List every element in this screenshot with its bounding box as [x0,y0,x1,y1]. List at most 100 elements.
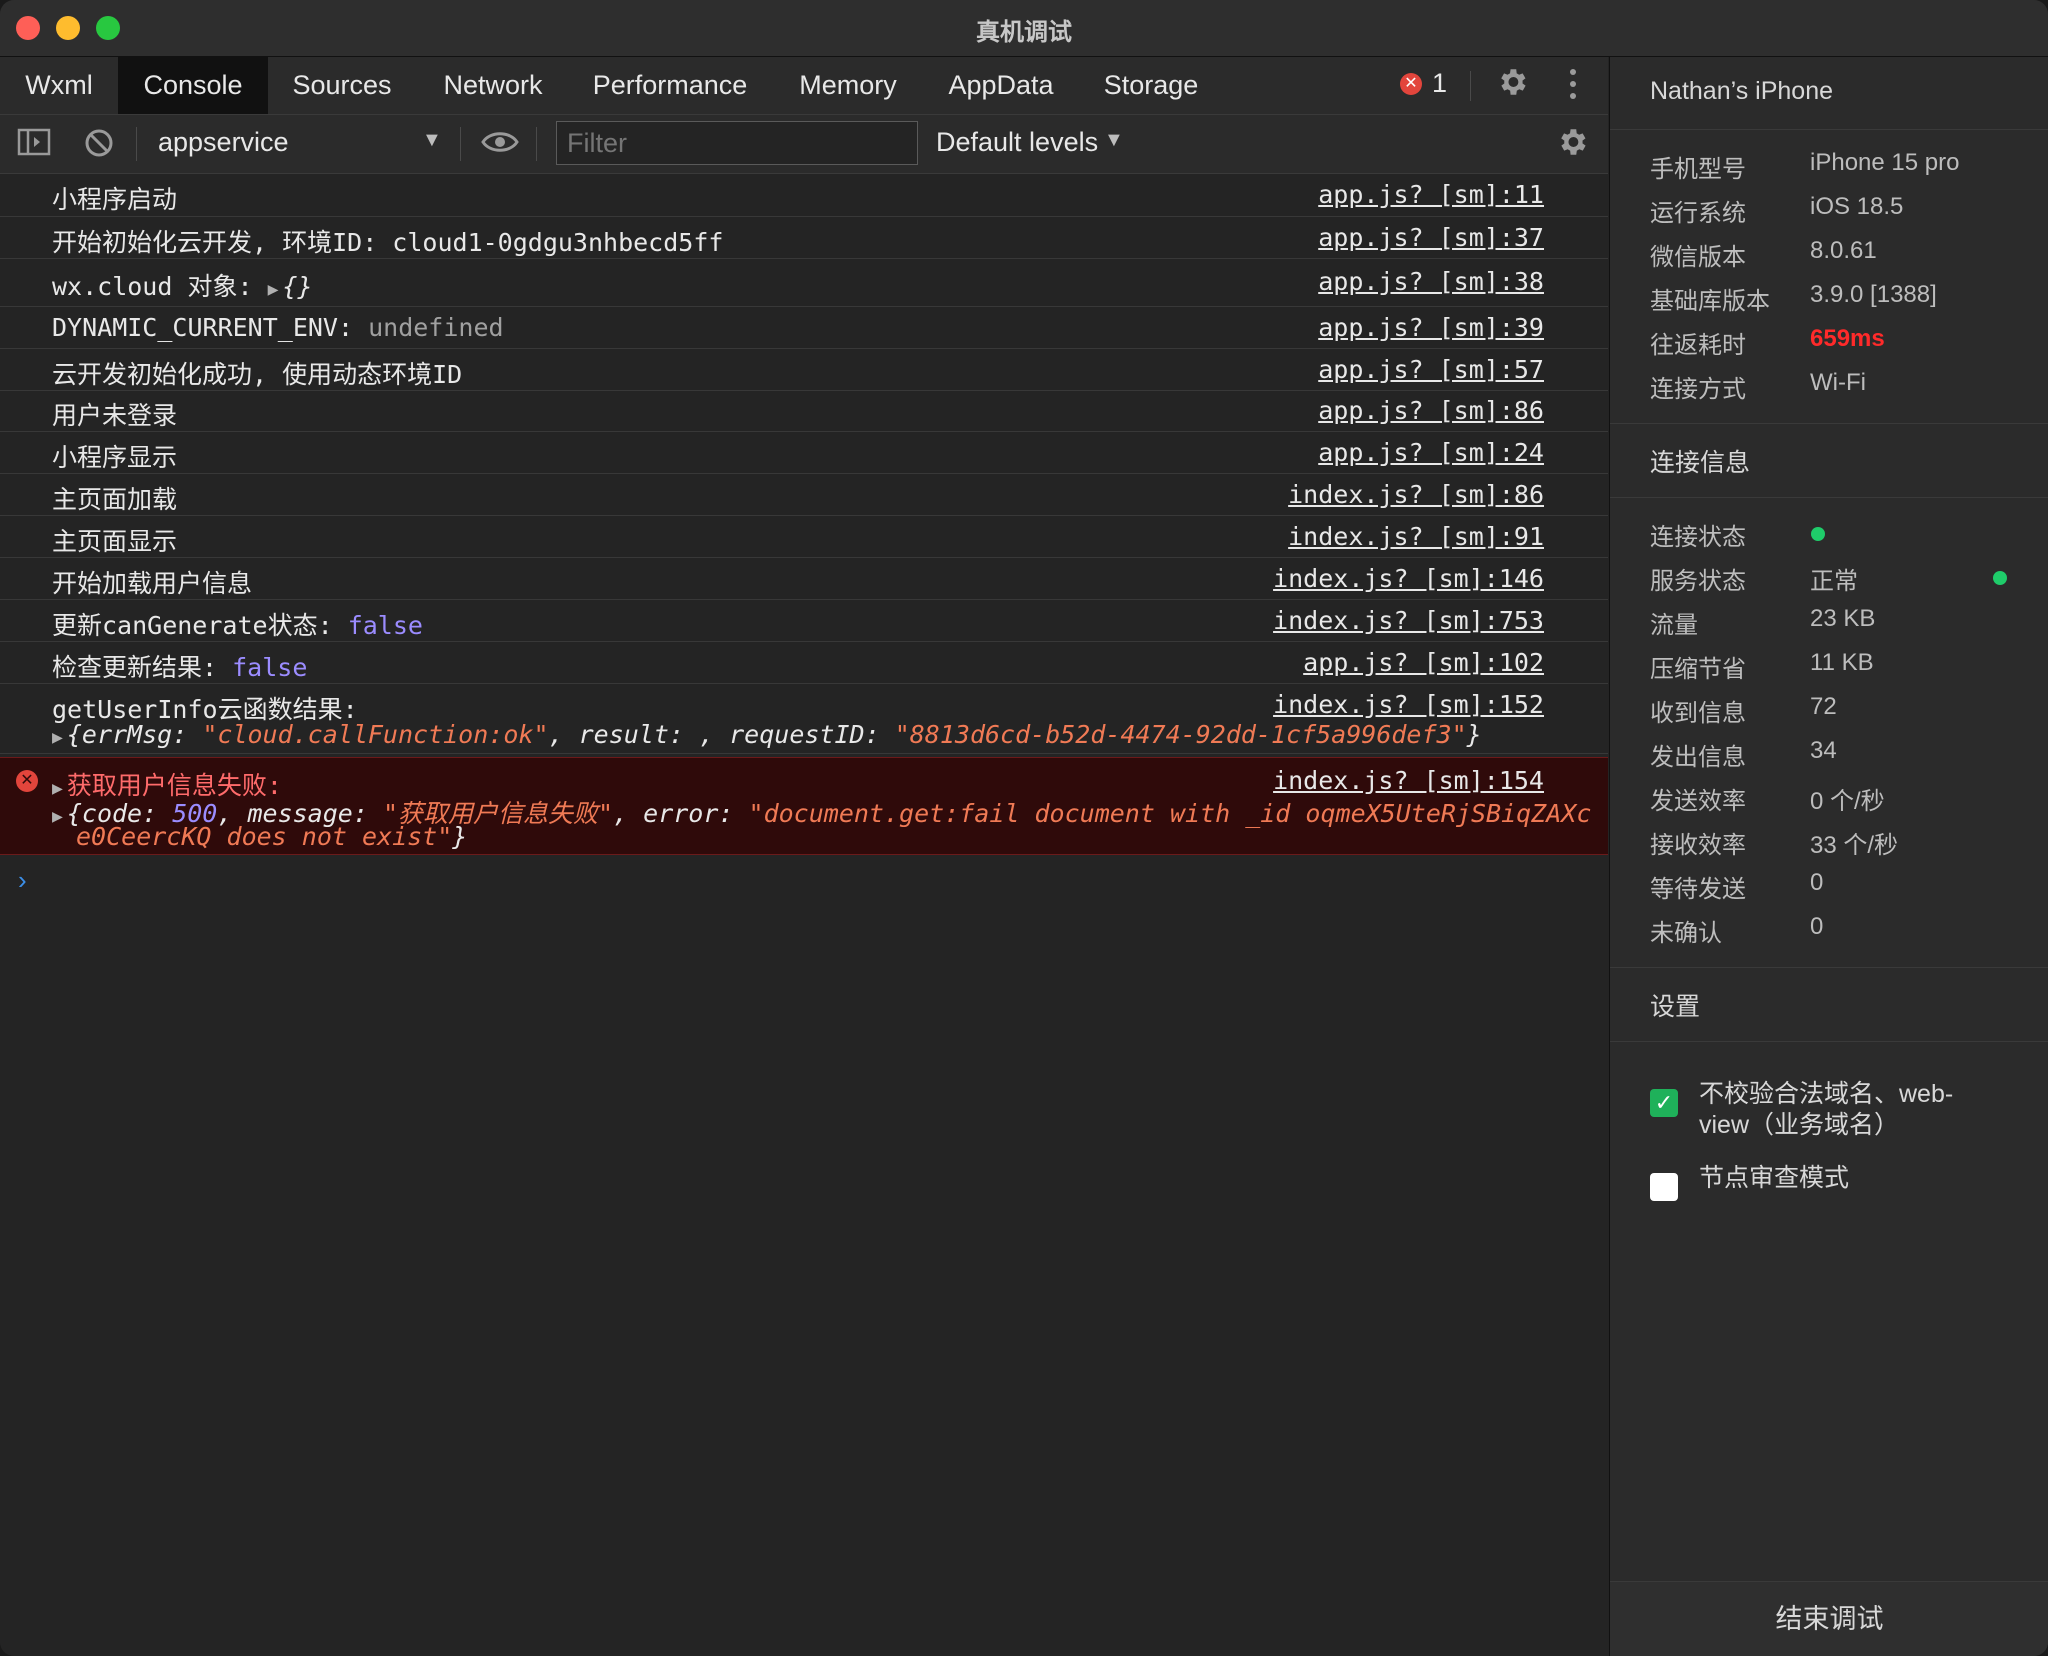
info-value: iPhone 15 pro [1810,149,1960,176]
sidebar-toggle-icon[interactable] [16,127,52,161]
conn-value: 0 [1810,913,1824,940]
conn-value: 正常 [1810,568,1858,595]
info-key: 运行系统 [1650,200,1746,227]
tab-performance[interactable]: Performance [570,57,770,114]
log-source-link[interactable]: index.js? [sm]:86 [1288,480,1544,509]
conn-key: 接收效率 [1650,832,1746,859]
device-panel: Nathan’s iPhone 手机型号 iPhone 15 pro 运行系统 … [1609,57,2048,1656]
log-levels-select[interactable]: Default levels [936,127,1098,158]
section-divider [1610,967,2048,968]
error-circle-icon[interactable]: ✕ [1400,73,1422,95]
log-row: 主页面加载 index.js? [sm]:86 [0,474,1608,516]
tab-wxml[interactable]: Wxml [0,57,118,114]
inspect-mode-label[interactable]: 节点审查模式 [1699,1163,1999,1194]
tab-network[interactable]: Network [416,57,570,114]
error-count[interactable]: 1 [1432,68,1447,99]
chevron-right-icon[interactable]: ▶ [52,727,63,748]
log-object[interactable]: ▶ {errMsg: "cloud.callFunction:ok", resul… [52,720,1482,749]
tabbar-divider [1470,71,1471,101]
log-text: 更新canGenerate状态: [52,611,333,640]
log-row: DYNAMIC_CURRENT_ENV: undefined app.js? [… [0,307,1608,349]
tab-storage[interactable]: Storage [1076,57,1226,114]
log-source-link[interactable]: app.js? [sm]:39 [1318,313,1544,342]
console-toolbar: appservice ▼ Default levels ▼ [0,115,1608,174]
conn-value: 11 KB [1810,649,1874,676]
log-text: 检查更新结果: [52,653,218,682]
chevron-down-icon[interactable]: ▼ [1104,129,1124,152]
conn-value: 72 [1810,693,1837,720]
log-row: getUserInfo云函数结果: index.js? [sm]:152 ▶ {e… [0,684,1608,754]
log-source-link[interactable]: app.js? [sm]:57 [1318,355,1544,384]
chevron-right-icon[interactable]: ▶ [52,806,63,827]
conn-key: 未确认 [1650,920,1722,947]
info-key: 连接方式 [1650,376,1746,403]
gear-icon[interactable] [1554,125,1590,163]
console-panel: Wxml Console Sources Network Performance… [0,57,1608,1656]
skip-domain-check-label[interactable]: 不校验合法域名、web-view（业务域名） [1699,1079,1999,1141]
log-text: DYNAMIC_CURRENT_ENV: [52,313,354,342]
log-source-link[interactable]: app.js? [sm]:11 [1318,180,1544,209]
conn-key: 收到信息 [1650,700,1746,727]
log-row: 小程序启动 app.js? [sm]:11 [0,174,1608,217]
conn-value: 34 [1810,737,1837,764]
conn-value: 0 个/秒 [1810,788,1885,815]
log-source-link[interactable]: app.js? [sm]:38 [1318,267,1544,296]
info-value: 8.0.61 [1810,237,1877,264]
section-divider [1610,423,2048,424]
tab-console[interactable]: Console [118,57,268,114]
chevron-right-icon[interactable]: ▶ [268,279,279,300]
context-selector[interactable]: appservice [158,127,289,158]
log-source-link[interactable]: index.js? [sm]:146 [1273,564,1544,593]
tab-memory[interactable]: Memory [770,57,926,114]
log-message: 用户未登录 [52,401,178,430]
log-source-link[interactable]: app.js? [sm]:37 [1318,223,1544,252]
log-row: 开始加载用户信息 index.js? [sm]:146 [0,558,1608,600]
info-value: iOS 18.5 [1810,193,1904,220]
error-circle-icon: ✕ [16,770,38,792]
log-source-link[interactable]: index.js? [sm]:753 [1273,606,1544,635]
log-row: 用户未登录 app.js? [sm]:86 [0,391,1608,432]
log-message: 更新canGenerate状态: false [52,606,423,642]
chevron-down-icon[interactable]: ▼ [422,129,442,152]
end-debug-button[interactable]: 结束调试 [1610,1581,2048,1656]
log-message: 主页面显示 [52,527,178,556]
log-object[interactable]: {} [282,272,312,301]
conn-key: 发出信息 [1650,744,1746,771]
log-source-link[interactable]: index.js? [sm]:152 [1273,690,1544,719]
service-status-dot [1993,571,2007,585]
console-prompt[interactable]: › [18,865,27,896]
checkmark-icon[interactable]: ✓ [1650,1089,1678,1117]
gear-icon[interactable] [1494,65,1530,105]
log-source-link[interactable]: app.js? [sm]:86 [1318,396,1544,425]
conn-key: 服务状态 [1650,568,1746,595]
conn-value: 33 个/秒 [1810,832,1899,859]
settings-section-title: 设置 [1650,993,1701,1021]
clear-console-icon[interactable] [82,127,116,161]
info-value: Wi-Fi [1810,369,1866,396]
log-message: wx.cloud 对象: ▶{} [52,267,313,303]
error-log-row: ✕ ▶ 获取用户信息失败: index.js? [sm]:154 ▶ {code: … [0,757,1608,855]
inspect-mode-checkbox[interactable] [1650,1173,1678,1201]
log-source-link[interactable]: index.js? [sm]:154 [1273,766,1544,795]
info-key: 手机型号 [1650,156,1746,183]
eye-icon[interactable] [480,127,520,161]
log-value: false [347,611,423,640]
tab-appdata[interactable]: AppData [926,57,1076,114]
section-divider [1610,497,2048,498]
devtools-tabbar: Wxml Console Sources Network Performance… [0,57,1608,115]
log-source-link[interactable]: app.js? [sm]:102 [1303,648,1544,677]
log-source-link[interactable]: index.js? [sm]:91 [1288,522,1544,551]
log-message: DYNAMIC_CURRENT_ENV: undefined [52,313,504,342]
log-text: wx.cloud 对象: [52,272,253,301]
log-row: 云开发初始化成功, 使用动态环境ID app.js? [sm]:57 [0,349,1608,391]
filter-input[interactable] [556,121,918,165]
connection-status-dot [1811,527,1825,541]
conn-key: 等待发送 [1650,876,1746,903]
log-row: 检查更新结果: false app.js? [sm]:102 [0,642,1608,684]
tab-sources[interactable]: Sources [268,57,416,114]
log-message: 云开发初始化成功, 使用动态环境ID [52,360,463,389]
log-message: 小程序启动 [52,185,178,214]
more-vertical-icon[interactable] [1560,67,1586,107]
log-source-link[interactable]: app.js? [sm]:24 [1318,438,1544,467]
toolbar-divider [460,127,461,161]
